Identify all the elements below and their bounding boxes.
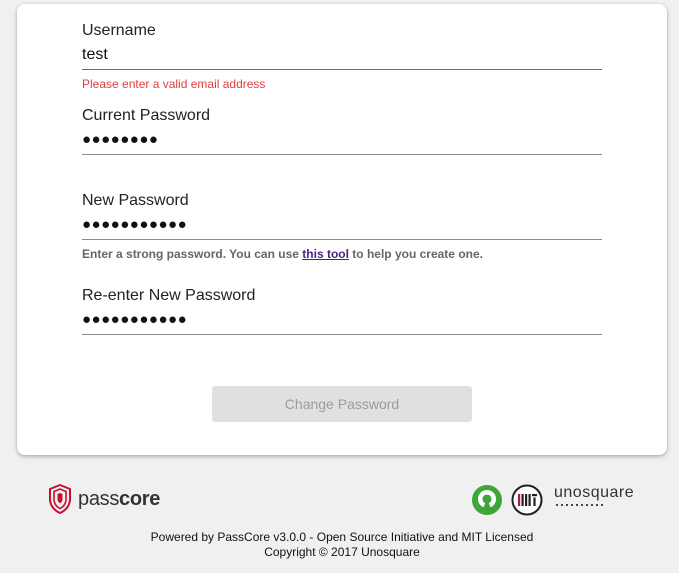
- open-source-initiative-icon: [472, 485, 502, 515]
- reenter-password-field[interactable]: Re-enter New Password ●●●●●●●●●●●: [82, 286, 602, 335]
- new-password-helper-text: Enter a strong password. You can use thi…: [82, 247, 602, 261]
- new-password-underline: [82, 239, 602, 240]
- username-label: Username: [82, 22, 156, 39]
- current-password-underline: [82, 154, 602, 155]
- current-password-input[interactable]: ●●●●●●●●: [82, 129, 602, 151]
- new-password-field[interactable]: New Password ●●●●●●●●●●● Enter a strong …: [82, 191, 602, 261]
- reenter-password-input[interactable]: ●●●●●●●●●●●: [82, 309, 602, 331]
- reenter-password-underline: [82, 334, 602, 335]
- copyright-text: Copyright © 2017 Unosquare: [264, 545, 420, 559]
- footer-credits: Powered by PassCore v3.0.0 - Open Source…: [0, 530, 679, 560]
- username-input[interactable]: test: [82, 44, 602, 66]
- passcore-shield-icon: [49, 484, 71, 514]
- powered-by-text: Powered by PassCore v3.0.0 - Open Source…: [150, 530, 534, 544]
- unosquare-dots-icon: [556, 504, 634, 506]
- username-underline: [82, 69, 602, 70]
- new-password-label: New Password: [82, 192, 189, 209]
- passcore-logo: passcore: [48, 484, 160, 514]
- passcore-wordmark: passcore: [78, 487, 161, 510]
- footer-logos: passcore unosquare: [0, 478, 679, 522]
- osi-logo: [471, 484, 503, 521]
- change-password-card: Username test Please enter a valid email…: [17, 4, 667, 455]
- unosquare-wordmark: unosquare: [554, 484, 635, 501]
- change-password-button[interactable]: Change Password: [212, 386, 472, 422]
- helper-text-suffix: to help you create one.: [348, 247, 483, 261]
- password-tool-link[interactable]: this tool: [302, 247, 349, 261]
- mit-logo: [511, 484, 543, 521]
- current-password-field[interactable]: Current Password ●●●●●●●●: [82, 106, 602, 155]
- username-field[interactable]: Username test Please enter a valid email…: [82, 21, 602, 91]
- username-error-text: Please enter a valid email address: [82, 77, 266, 91]
- helper-text-prefix: Enter a strong password. You can use: [82, 247, 303, 261]
- unosquare-logo: unosquare: [554, 484, 634, 506]
- reenter-password-label: Re-enter New Password: [82, 287, 256, 304]
- mit-license-icon: [511, 484, 543, 516]
- new-password-input[interactable]: ●●●●●●●●●●●: [82, 214, 602, 236]
- current-password-label: Current Password: [82, 107, 211, 124]
